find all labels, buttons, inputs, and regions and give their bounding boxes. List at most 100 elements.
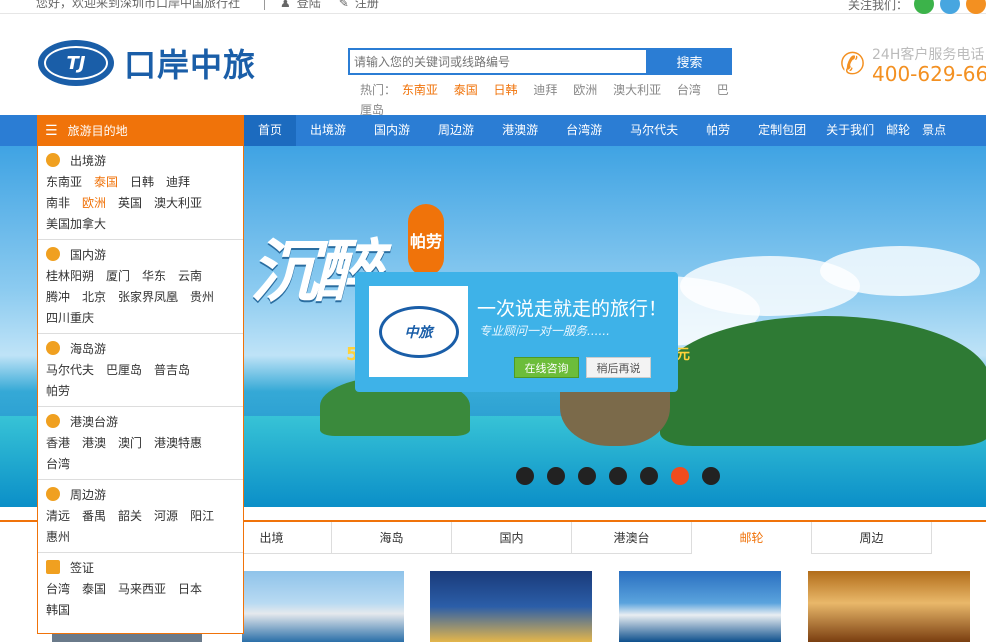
nav-attractions[interactable]: 景点 — [916, 115, 952, 146]
category-item[interactable]: 港澳特惠 — [154, 436, 202, 450]
nav-maldives[interactable]: 马尔代夫 — [616, 115, 692, 146]
hot-item[interactable]: 迪拜 — [533, 83, 557, 97]
hot-item[interactable]: 泰国 — [454, 83, 478, 97]
category-item[interactable]: 日韩 — [130, 175, 154, 189]
product-card-image[interactable] — [242, 571, 404, 642]
category-item[interactable]: 英国 — [118, 196, 142, 210]
category-item[interactable]: 普吉岛 — [154, 363, 190, 377]
category-item[interactable]: 厦门 — [106, 269, 130, 283]
weibo-icon[interactable] — [914, 0, 934, 14]
category-item[interactable]: 阳江 — [190, 509, 214, 523]
category-title[interactable]: 海岛游 — [70, 340, 106, 357]
carousel-dot[interactable] — [547, 467, 565, 485]
category-item[interactable]: 华东 — [142, 269, 166, 283]
qq-icon[interactable] — [940, 0, 960, 14]
nav-nearby[interactable]: 周边游 — [424, 115, 488, 146]
category-outbound: 出境游 东南亚 泰国 日韩 迪拜 南非 欧洲 英国 澳大利亚 美国加拿大 — [38, 146, 243, 240]
category-item[interactable]: 韩国 — [46, 603, 70, 617]
nav-palau[interactable]: 帕劳 — [692, 115, 744, 146]
search-button[interactable]: 搜索 — [647, 48, 732, 75]
category-item[interactable]: 清远 — [46, 509, 70, 523]
category-item[interactable]: 腾冲 — [46, 290, 70, 304]
logo-name: 口岸中旅 — [124, 46, 257, 84]
search-input[interactable] — [348, 48, 648, 75]
category-title[interactable]: 国内游 — [70, 246, 106, 263]
category-item[interactable]: 美国加拿大 — [46, 217, 106, 231]
hot-item[interactable]: 东南亚 — [402, 83, 438, 97]
tab-hkmacau[interactable]: 港澳台 — [572, 522, 692, 554]
category-item[interactable]: 帕劳 — [46, 384, 70, 398]
category-item[interactable]: 东南亚 — [46, 175, 82, 189]
tab-domestic[interactable]: 国内 — [452, 522, 572, 554]
category-item[interactable]: 北京 — [82, 290, 106, 304]
flower-icon — [46, 414, 60, 428]
product-card-image[interactable] — [430, 571, 592, 642]
nav-taiwan[interactable]: 台湾游 — [552, 115, 616, 146]
category-item[interactable]: 台湾 — [46, 457, 70, 471]
nav-cruise[interactable]: 邮轮 — [880, 115, 916, 146]
category-island: 海岛游 马尔代夫 巴厘岛 普吉岛 帕劳 — [38, 334, 243, 407]
carousel-dot[interactable] — [578, 467, 596, 485]
category-item[interactable]: 河源 — [154, 509, 178, 523]
category-item[interactable]: 台湾 — [46, 582, 70, 596]
category-item[interactable]: 日本 — [178, 582, 202, 596]
product-card-image[interactable] — [619, 571, 781, 642]
carousel-dot[interactable] — [516, 467, 534, 485]
category-item[interactable]: 香港 — [46, 436, 70, 450]
destination-menu-button[interactable]: ☰ 旅游目的地 — [37, 115, 244, 146]
category-title[interactable]: 港澳台游 — [70, 413, 118, 430]
category-item[interactable]: 澳大利亚 — [154, 196, 202, 210]
category-item[interactable]: 马来西亚 — [118, 582, 166, 596]
category-title[interactable]: 出境游 — [70, 152, 106, 169]
category-item[interactable]: 番禺 — [82, 509, 106, 523]
site-logo[interactable]: TJ 口岸中旅 — [38, 40, 256, 86]
category-item[interactable]: 欧洲 — [82, 196, 106, 210]
nav-about[interactable]: 关于我们 — [820, 115, 880, 146]
carousel-dot[interactable] — [609, 467, 627, 485]
later-button[interactable]: 稍后再说 — [586, 357, 651, 378]
category-item[interactable]: 惠州 — [46, 530, 70, 544]
hot-item[interactable]: 日韩 — [494, 83, 518, 97]
hot-item[interactable]: 台湾 — [677, 83, 701, 97]
category-title[interactable]: 签证 — [70, 559, 94, 576]
header: TJ 口岸中旅 搜索 热门： 东南亚 泰国 日韩 迪拜 欧洲 澳大利亚 台湾 巴… — [0, 14, 986, 117]
category-item[interactable]: 贵州 — [190, 290, 214, 304]
category-item[interactable]: 澳门 — [118, 436, 142, 450]
nav-outbound[interactable]: 出境游 — [296, 115, 360, 146]
nav-custom-tour[interactable]: 定制包团 — [744, 115, 820, 146]
tab-nearby[interactable]: 周边 — [812, 522, 932, 554]
carousel-dot[interactable] — [702, 467, 720, 485]
wechat-icon[interactable] — [966, 0, 986, 14]
category-item[interactable]: 四川重庆 — [46, 311, 94, 325]
category-item[interactable]: 港澳 — [82, 436, 106, 450]
category-hk-macau-taiwan: 港澳台游 香港 港澳 澳门 港澳特惠 台湾 — [38, 407, 243, 480]
nav-hkmacau[interactable]: 港澳游 — [488, 115, 552, 146]
category-item[interactable]: 马尔代夫 — [46, 363, 94, 377]
product-card-image[interactable] — [808, 571, 970, 642]
phone-icon: ✆ — [840, 47, 866, 82]
login-link[interactable]: ♟ 登陆 — [280, 0, 321, 11]
carousel-dot[interactable] — [640, 467, 658, 485]
online-consult-button[interactable]: 在线咨询 — [514, 357, 579, 378]
tab-island[interactable]: 海岛 — [332, 522, 452, 554]
tab-cruise[interactable]: 邮轮 — [692, 522, 812, 554]
category-item[interactable]: 云南 — [178, 269, 202, 283]
category-item[interactable]: 迪拜 — [166, 175, 190, 189]
passport-icon — [46, 560, 60, 574]
nav-domestic[interactable]: 国内游 — [360, 115, 424, 146]
category-item[interactable]: 泰国 — [94, 175, 118, 189]
register-label: 注册 — [354, 0, 379, 10]
category-title[interactable]: 周边游 — [70, 486, 106, 503]
category-item[interactable]: 桂林阳朔 — [46, 269, 94, 283]
carousel-dot[interactable] — [671, 467, 689, 485]
register-link[interactable]: ✎ 注册 — [339, 0, 379, 11]
banner-promo-right: 元 — [676, 347, 690, 363]
category-item[interactable]: 韶关 — [118, 509, 142, 523]
hot-item[interactable]: 欧洲 — [573, 83, 597, 97]
hot-item[interactable]: 澳大利亚 — [613, 83, 661, 97]
category-item[interactable]: 巴厘岛 — [106, 363, 142, 377]
category-item[interactable]: 泰国 — [82, 582, 106, 596]
category-item[interactable]: 南非 — [46, 196, 70, 210]
category-item[interactable]: 张家界凤凰 — [118, 290, 178, 304]
nav-home[interactable]: 首页 — [244, 115, 297, 146]
